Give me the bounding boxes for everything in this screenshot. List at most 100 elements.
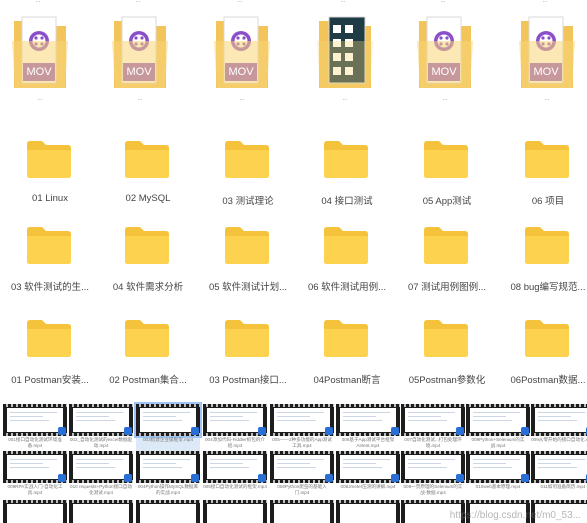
video-file-item[interactable]: 009从零开始的接口自动化.mp4 <box>531 404 587 452</box>
folder-item[interactable]: 07 测试用例图例... <box>397 225 497 305</box>
video-file-item[interactable]: 003搭建企业级框架.mp4 <box>134 402 202 452</box>
folder-item[interactable]: 04 软件需求分析 <box>98 225 198 305</box>
video-file-item[interactable]: 006基于App测试平台框架Airtest.mp4 <box>336 404 400 452</box>
mov-folder-icon <box>12 16 68 88</box>
folder-label: 04 接口测试 <box>321 196 373 207</box>
video-file-item[interactable]: 009一页原理的Selenium的实战-数据.mp4 <box>401 451 465 499</box>
video-file-item[interactable] <box>203 500 267 523</box>
video-file-name: 004添加代码-Fiddler抓包的介绍.mp4 <box>205 437 265 448</box>
folder-item[interactable]: 02 MySQL <box>98 139 198 219</box>
video-file-item[interactable] <box>270 500 334 523</box>
video-thumbnail <box>531 404 587 436</box>
mov-badge: MOV <box>533 66 559 78</box>
mov-folder-icon <box>317 16 373 88</box>
video-file-item[interactable]: 005接口自动化测试的框架.mp4 <box>203 451 267 499</box>
mov-folder-icon <box>214 16 270 88</box>
mov-badge: MOV <box>126 66 152 78</box>
folder-icon <box>424 227 468 264</box>
folder-item[interactable]: 03 Postman接口... <box>198 318 298 398</box>
video-file-item[interactable]: 004添加代码-Fiddler抓包的介绍.mp4 <box>203 404 267 452</box>
video-app-icon <box>456 427 464 435</box>
video-file-name: 011如何准备简历.mp4 <box>540 484 586 489</box>
video-file-item[interactable]: 001接口自动化测试环境准备.mp4 <box>3 404 67 452</box>
folder-item[interactable]: 03 软件测试的生... <box>0 225 100 305</box>
video-app-icon <box>124 474 132 482</box>
mov-folder-icon <box>519 16 575 88</box>
video-file-item[interactable]: 010 requests+Python接口自动化测试.mp4 <box>69 451 133 499</box>
video-file-item[interactable] <box>136 500 200 523</box>
video-file-item[interactable]: 008Python+Selenium的实战.mp4 <box>466 404 530 452</box>
video-app-icon <box>325 427 333 435</box>
folder-item[interactable]: 06 项目 <box>498 139 587 219</box>
mov-folder-caption: ... <box>342 96 348 102</box>
folder-item[interactable]: 08 bug编写规范... <box>498 225 587 305</box>
folder-item[interactable]: 03 测试理论 <box>198 139 298 219</box>
folder-icon <box>125 227 169 264</box>
mov-folder-icon <box>112 16 168 88</box>
folder-item[interactable]: 05 软件测试计划... <box>198 225 298 305</box>
video-file-item[interactable] <box>336 500 400 523</box>
folder-label: 02 Postman集合... <box>109 375 187 386</box>
folder-item[interactable]: 06Postman数据... <box>498 318 587 398</box>
folder-item[interactable]: 06 软件测试用例... <box>297 225 397 305</box>
video-app-icon <box>58 474 66 482</box>
video-file-name: 010 requests+Python接口自动化测试.mp4 <box>70 484 132 495</box>
video-thumbnail <box>136 500 200 523</box>
folder-item[interactable]: 01 Linux <box>0 139 100 219</box>
video-app-icon <box>124 427 132 435</box>
video-file-name: 010web基本原理.mp4 <box>475 484 521 489</box>
video-file-item[interactable]: 006Python爬虫的基础入门.mp4 <box>270 451 334 499</box>
folder-icon <box>125 320 169 357</box>
folder-label: 03 软件测试的生... <box>10 282 90 293</box>
folder-label: 05Postman参数化 <box>408 375 486 386</box>
folder-icon <box>225 227 269 264</box>
folder-icon <box>525 227 569 264</box>
folder-icon <box>27 227 71 264</box>
video-file-name: 006Python爬虫的基础入门.mp4 <box>277 484 327 495</box>
video-file-item[interactable]: 007自动化测试...打包处理环境.mp4 <box>401 404 465 452</box>
mov-folder-tile[interactable]: ... <box>315 11 375 111</box>
video-file-item[interactable]: 002_自动化测试的excel数据驱动.mp4 <box>69 404 133 452</box>
folder-item[interactable]: 02 Postman集合... <box>98 318 198 398</box>
mov-folder-tile[interactable]: ... MOV <box>415 11 475 111</box>
folder-label: 07 测试用例图例... <box>407 282 487 293</box>
folder-item[interactable]: 05Postman参数化 <box>397 318 497 398</box>
video-file-name: 005——2种多功能的App测试工具.mp4 <box>272 437 332 448</box>
video-file-item[interactable] <box>69 500 133 523</box>
folder-item[interactable]: 04Postman断言 <box>297 318 397 398</box>
folder-icon <box>225 320 269 357</box>
video-file-name: 009RPA实战入门-自动化工具.mp4 <box>7 484 63 495</box>
mov-folder-caption: ... <box>37 96 43 102</box>
folder-item[interactable]: 01 Postman安装... <box>0 318 100 398</box>
video-file-name: 007自动化测试...打包处理环境.mp4 <box>404 437 462 448</box>
top-label: ... <box>440 0 446 4</box>
video-file-item[interactable] <box>3 500 67 523</box>
mov-folder-tile[interactable]: ... MOV <box>110 11 170 111</box>
mov-folder-tile[interactable]: ... MOV <box>212 11 272 111</box>
video-file-name: 008Python+Selenium的实战.mp4 <box>471 437 525 448</box>
video-file-item[interactable]: 005——2种多功能的App测试工具.mp4 <box>270 404 334 452</box>
folder-label: 03 Postman接口... <box>209 375 287 386</box>
mov-folder-tile[interactable]: ... MOV <box>10 11 70 111</box>
video-app-icon <box>521 474 529 482</box>
mov-badge: MOV <box>26 66 52 78</box>
video-file-item[interactable]: 009RPA实战入门-自动化工具.mp4 <box>3 451 67 499</box>
mov-folder-caption: ... <box>544 96 550 102</box>
folder-item[interactable]: 05 App测试 <box>397 139 497 219</box>
folder-label: 05 软件测试计划... <box>208 282 288 293</box>
folder-item[interactable]: 04 接口测试 <box>297 139 397 219</box>
video-app-icon <box>325 474 333 482</box>
top-label: ... <box>340 0 346 4</box>
video-file-name: 006基于App测试平台框架Airtest.mp4 <box>341 437 395 448</box>
watermark-text: https://blog.csdn.net/m0_53... <box>449 510 581 521</box>
video-file-item[interactable]: 011如何准备简历.mp4 <box>531 451 587 499</box>
folder-icon <box>525 320 569 357</box>
video-file-item[interactable]: 008Jmeter压测的讲解.mp4 <box>336 451 400 499</box>
mov-folder-tile[interactable]: ... MOV <box>517 11 577 111</box>
video-thumbnail <box>203 500 267 523</box>
video-app-icon <box>191 427 199 435</box>
video-file-item[interactable]: 010web基本原理.mp4 <box>466 451 530 499</box>
video-file-item[interactable]: 004Python操作MySQL数据库的实战.mp4 <box>136 451 200 499</box>
top-label: ... <box>35 0 41 4</box>
folder-label: 04Postman断言 <box>313 375 381 386</box>
